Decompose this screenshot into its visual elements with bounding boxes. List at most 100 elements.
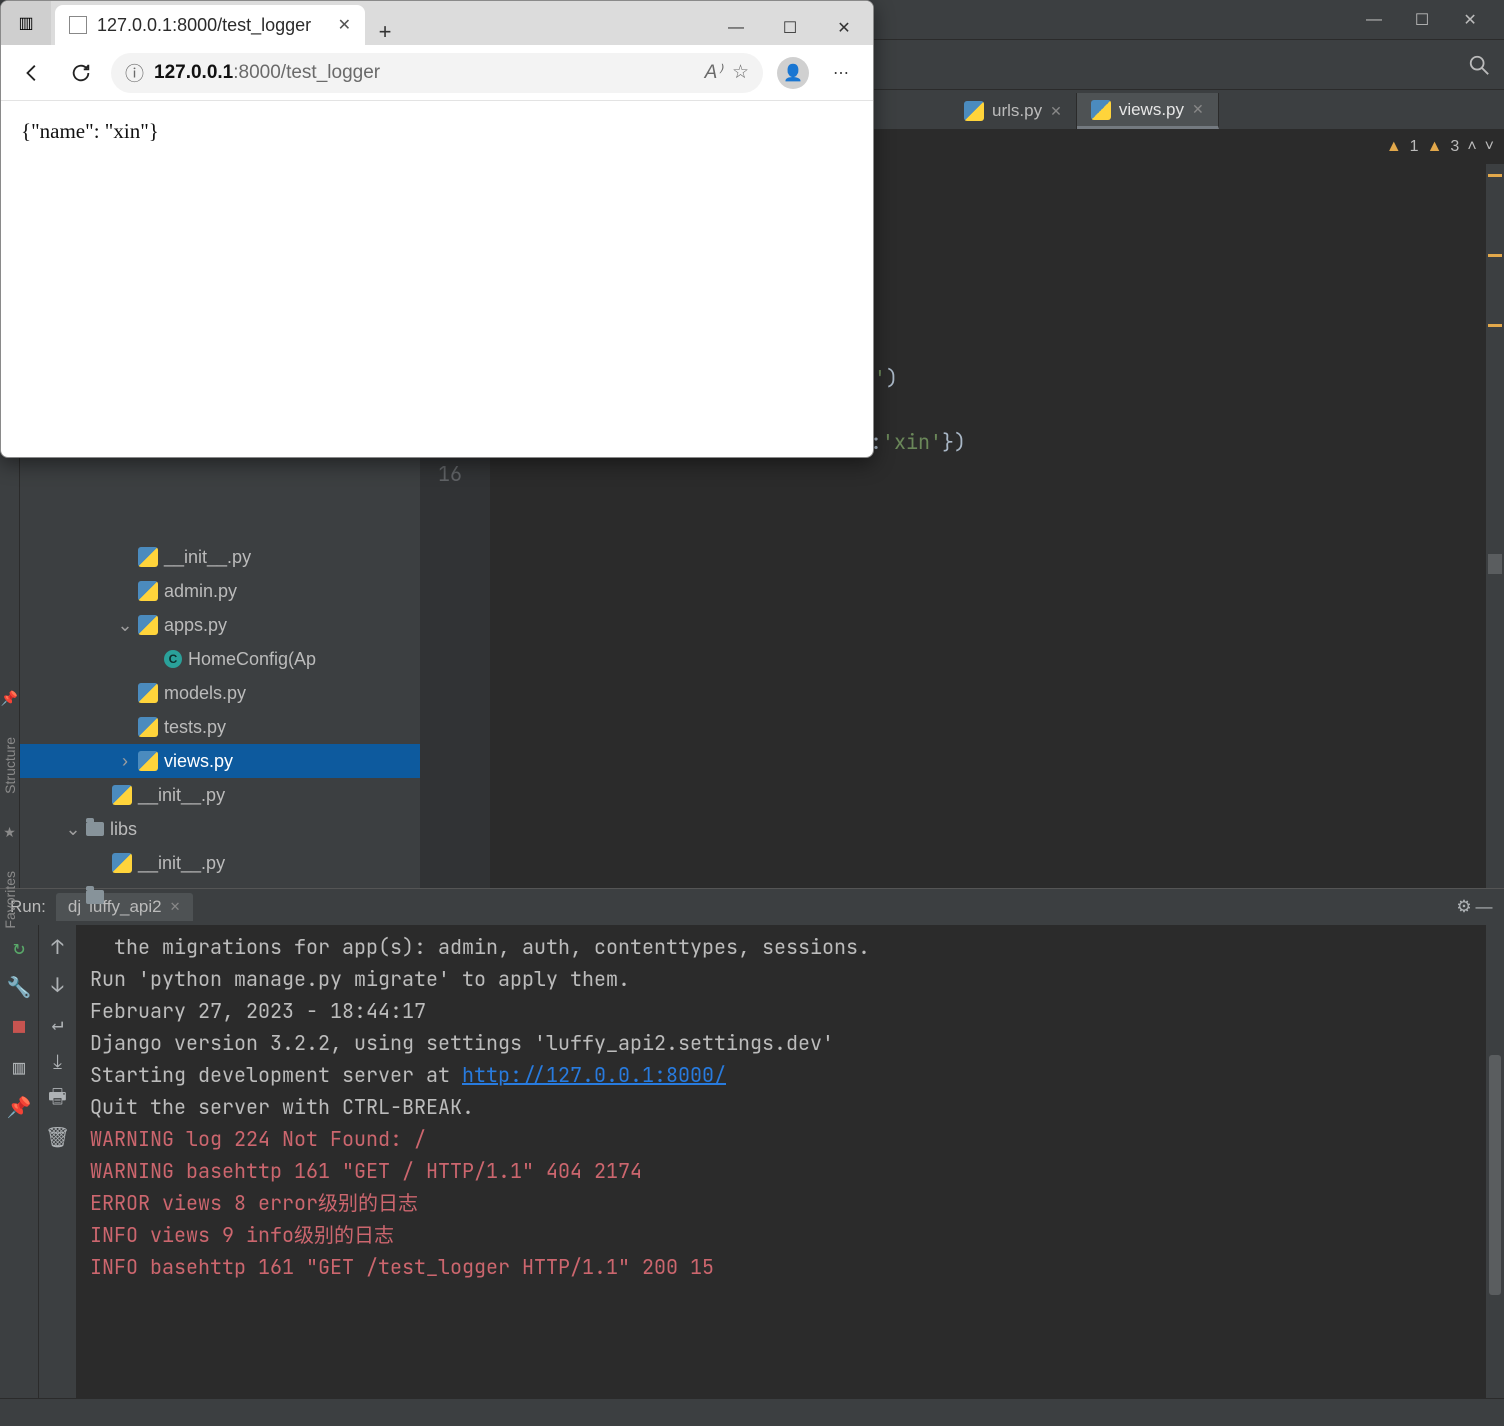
search-icon[interactable] [1468, 54, 1490, 76]
server-url-link[interactable]: http://127.0.0.1:8000/ [462, 1062, 726, 1088]
tree-row[interactable]: __init__.py [20, 540, 420, 574]
close-icon[interactable]: ✕ [170, 899, 181, 915]
maximize-button[interactable]: ☐ [765, 11, 815, 45]
python-file-icon [112, 785, 132, 805]
refresh-button[interactable] [63, 55, 99, 91]
console-line: WARNING log 224 Not Found: / [90, 1123, 1486, 1155]
python-file-icon [138, 615, 158, 635]
arrow-down-icon[interactable]: ↓ [48, 975, 68, 995]
structure-toolwindow-button[interactable]: Structure [2, 737, 18, 794]
page-content[interactable]: {"name": "xin"} [1, 101, 873, 457]
console-line: Run 'python manage.py migrate' to apply … [90, 963, 1486, 995]
tree-row[interactable]: admin.py [20, 574, 420, 608]
folder-icon [86, 822, 104, 836]
scrollbar[interactable] [1486, 925, 1504, 1398]
close-icon[interactable]: ✕ [338, 15, 351, 35]
console-line: INFO views 9 info级别的日志 [90, 1219, 1486, 1251]
browser-toolbar: ⓘ 127.0.0.1:8000/test_logger A⁾ ☆ 👤 ⋯ [1, 45, 873, 101]
maximize-button[interactable]: ☐ [1398, 3, 1446, 37]
browser-tabstrip: ▥ 127.0.0.1:8000/test_logger ✕ + — ☐ ✕ [1, 1, 873, 45]
console-line: ERROR views 8 error级别的日志 [90, 1187, 1486, 1219]
warning-icon: ▲ [1427, 138, 1443, 156]
run-tab[interactable]: dj luffy_api2 ✕ [56, 893, 193, 921]
more-button[interactable]: ⋯ [823, 55, 859, 91]
tree-row[interactable]: __init__.py [20, 778, 420, 812]
trash-icon[interactable]: 🗑 [48, 1127, 68, 1147]
tree-row[interactable]: ⌄apps.py [20, 608, 420, 642]
browser-tab[interactable]: 127.0.0.1:8000/test_logger ✕ [55, 5, 365, 45]
rerun-icon[interactable]: ↻ [9, 937, 29, 957]
tree-row[interactable]: tests.py [20, 710, 420, 744]
tree-label: HomeConfig(Ap [188, 649, 316, 670]
address-bar[interactable]: ⓘ 127.0.0.1:8000/test_logger A⁾ ☆ [111, 53, 763, 93]
tree-row[interactable]: C HomeConfig(Ap [20, 642, 420, 676]
pin-icon[interactable]: 📌 [1, 690, 18, 707]
back-button[interactable] [15, 55, 51, 91]
tab-label: views.py [1119, 100, 1184, 120]
error-stripe[interactable] [1486, 164, 1504, 888]
chevron-up-icon[interactable]: ˄ [1467, 138, 1476, 156]
tree-label: tests.py [164, 717, 226, 738]
page-favicon [69, 16, 87, 34]
site-info-icon[interactable]: ⓘ [125, 59, 144, 86]
run-toolbar-left: ↻ 🔧 ■ ▥ 📌 [0, 925, 38, 1398]
tree-label: views.py [164, 751, 233, 772]
close-icon[interactable]: ✕ [1192, 101, 1204, 118]
python-file-icon [1091, 100, 1111, 120]
wrench-icon[interactable]: 🔧 [9, 977, 29, 997]
console-line: February 27, 2023 - 18:44:17 [90, 995, 1486, 1027]
python-file-icon [964, 101, 984, 121]
arrow-left-icon [22, 62, 44, 84]
django-icon: dj [68, 897, 81, 917]
tree-row[interactable]: models.py [20, 676, 420, 710]
python-file-icon [138, 581, 158, 601]
scroll-end-icon[interactable]: ⤓ [48, 1051, 68, 1071]
minimize-button[interactable]: — [1350, 3, 1398, 37]
new-tab-button[interactable]: + [365, 19, 405, 45]
console-line: the migrations for app(s): admin, auth, … [90, 931, 1486, 963]
tree-row[interactable]: __init__.py [20, 846, 420, 880]
minimize-button[interactable]: — [711, 11, 761, 45]
chevron-down-icon[interactable]: ˅ [1485, 138, 1494, 156]
tab-views[interactable]: views.py ✕ [1077, 93, 1219, 129]
tree-row[interactable]: ›views.py [20, 744, 420, 778]
profile-button[interactable]: 👤 [775, 55, 811, 91]
run-toolwindow: Run: dj luffy_api2 ✕ ⚙ — ↻ 🔧 ■ ▥ 📌 [0, 888, 1504, 1398]
tab-actions-button[interactable]: ▥ [1, 1, 51, 45]
favorites-toolwindow-button[interactable]: Favorites [2, 871, 18, 929]
arrow-up-icon[interactable]: ↑ [48, 937, 68, 957]
favorites-icon[interactable]: ☆ [732, 61, 749, 84]
class-icon: C [164, 650, 182, 668]
close-button[interactable]: ✕ [819, 11, 869, 45]
tree-label: models.py [164, 683, 246, 704]
tree-label: __init__.py [164, 547, 251, 568]
console-line: Quit the server with CTRL-BREAK. [90, 1091, 1486, 1123]
python-file-icon [138, 717, 158, 737]
tree-label: __init__.py [138, 785, 225, 806]
pin-icon[interactable]: 📌 [9, 1097, 29, 1117]
run-header: Run: dj luffy_api2 ✕ ⚙ — [0, 889, 1504, 925]
read-aloud-icon[interactable]: A⁾ [705, 61, 722, 84]
warning-count: 1 [1410, 138, 1419, 156]
tab-urls[interactable]: urls.py ✕ [950, 93, 1077, 129]
stop-icon[interactable]: ■ [9, 1017, 29, 1037]
close-icon[interactable]: ✕ [1050, 103, 1062, 120]
soft-wrap-icon[interactable]: ↵ [48, 1013, 68, 1033]
console-output[interactable]: the migrations for app(s): admin, auth, … [76, 925, 1486, 1398]
layout-icon[interactable]: ▥ [9, 1057, 29, 1077]
tree-label: admin.py [164, 581, 237, 602]
tree-label: libs [110, 819, 137, 840]
tree-label: apps.py [164, 615, 227, 636]
response-body: {"name": "xin"} [21, 119, 159, 143]
print-icon[interactable]: 🖶 [48, 1089, 68, 1109]
hide-icon[interactable]: — [1474, 897, 1494, 917]
star-icon[interactable]: ★ [3, 824, 16, 841]
tree-label: __init__.py [138, 853, 225, 874]
python-file-icon [138, 751, 158, 771]
console-line: Django version 3.2.2, using settings 'lu… [90, 1027, 1486, 1059]
tree-row[interactable]: ⌄libs [20, 812, 420, 846]
close-button[interactable]: ✕ [1446, 3, 1494, 37]
console-line: Starting development server at http://12… [90, 1059, 1486, 1091]
gear-icon[interactable]: ⚙ [1454, 897, 1474, 917]
console-line: INFO basehttp 161 "GET /test_logger HTTP… [90, 1251, 1486, 1283]
